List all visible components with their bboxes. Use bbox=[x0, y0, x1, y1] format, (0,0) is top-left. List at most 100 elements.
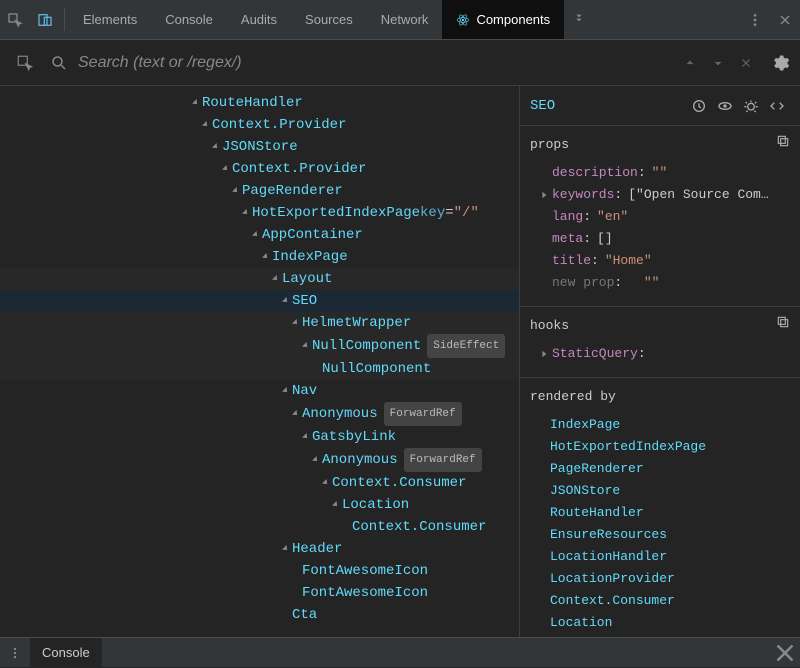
prop-value[interactable]: "en" bbox=[597, 206, 628, 228]
tree-row[interactable]: RouteHandler bbox=[0, 92, 519, 114]
inspect-scroll[interactable]: props description:""keywords:["Open Sour… bbox=[520, 126, 800, 637]
prop-value[interactable]: "" bbox=[644, 272, 660, 294]
rendered-by-item[interactable]: Context.Consumer bbox=[550, 590, 790, 612]
kebab-menu-icon[interactable] bbox=[740, 0, 770, 40]
caret-icon[interactable] bbox=[310, 456, 322, 464]
caret-icon[interactable] bbox=[270, 275, 282, 283]
caret-icon[interactable] bbox=[280, 297, 292, 305]
tab-components[interactable]: Components bbox=[442, 0, 564, 39]
prop-row[interactable]: description:"" bbox=[530, 162, 790, 184]
inspect-element-icon[interactable] bbox=[0, 0, 30, 40]
prop-row[interactable]: new prop: "" bbox=[530, 272, 790, 294]
tree-row[interactable]: PageRenderer bbox=[0, 180, 519, 202]
prop-value[interactable]: [] bbox=[597, 228, 613, 250]
caret-icon[interactable] bbox=[300, 342, 312, 350]
component-name: Anonymous bbox=[302, 403, 378, 425]
tree-row[interactable]: FontAwesomeIcon bbox=[0, 582, 519, 604]
close-devtools-icon[interactable] bbox=[770, 0, 800, 40]
caret-icon[interactable] bbox=[300, 433, 312, 441]
search-close-icon[interactable] bbox=[732, 56, 760, 70]
prop-row[interactable]: keywords:["Open Source Com… bbox=[530, 184, 790, 206]
tab-sources[interactable]: Sources bbox=[291, 0, 367, 39]
debug-icon[interactable] bbox=[738, 98, 764, 114]
tree-row[interactable]: JSONStore bbox=[0, 136, 519, 158]
tree-row[interactable]: Context.Provider bbox=[0, 158, 519, 180]
tree-row[interactable]: IndexPage bbox=[0, 246, 519, 268]
caret-icon[interactable] bbox=[250, 231, 262, 239]
prop-row[interactable]: lang:"en" bbox=[530, 206, 790, 228]
tree-row[interactable]: NullComponentSideEffect bbox=[0, 334, 519, 358]
prop-value[interactable]: ["Open Source Com… bbox=[628, 184, 768, 206]
caret-icon[interactable] bbox=[200, 121, 212, 129]
drawer-tab-console[interactable]: Console bbox=[30, 638, 102, 667]
tab-console[interactable]: Console bbox=[151, 0, 227, 39]
caret-icon[interactable] bbox=[280, 387, 292, 395]
caret-icon[interactable] bbox=[540, 191, 552, 199]
rendered-by-item[interactable]: RouteHandler bbox=[550, 502, 790, 524]
copy-hooks-icon[interactable] bbox=[776, 315, 790, 337]
inspect-dom-icon[interactable] bbox=[712, 98, 738, 114]
rendered-by-item[interactable]: JSONStore bbox=[550, 480, 790, 502]
search-next-icon[interactable] bbox=[704, 56, 732, 70]
tree-row[interactable]: HelmetWrapper bbox=[0, 312, 519, 334]
tree-row[interactable]: GatsbyLink bbox=[0, 426, 519, 448]
more-tabs-icon[interactable] bbox=[564, 0, 594, 40]
tree-row[interactable]: Context.Provider bbox=[0, 114, 519, 136]
caret-icon[interactable] bbox=[290, 319, 302, 327]
tree-row[interactable]: SEO bbox=[0, 290, 519, 312]
drawer-menu-icon[interactable] bbox=[0, 646, 30, 660]
view-source-icon[interactable] bbox=[764, 98, 790, 114]
caret-icon[interactable] bbox=[190, 99, 202, 107]
rendered-by-item[interactable]: Location bbox=[550, 612, 790, 634]
rendered-by-item[interactable]: PageRenderer bbox=[550, 458, 790, 480]
component-name: HotExportedIndexPage bbox=[252, 202, 420, 224]
search-icon[interactable] bbox=[50, 54, 68, 72]
tree-row[interactable]: Cta bbox=[0, 604, 519, 626]
tab-elements[interactable]: Elements bbox=[69, 0, 151, 39]
caret-icon[interactable] bbox=[540, 350, 552, 358]
suspend-icon[interactable] bbox=[686, 98, 712, 114]
tree-row[interactable]: Context.Consumer bbox=[0, 472, 519, 494]
rendered-by-item[interactable]: IndexPage bbox=[550, 414, 790, 436]
caret-icon[interactable] bbox=[320, 479, 332, 487]
caret-icon[interactable] bbox=[280, 545, 292, 553]
rendered-by-item[interactable]: LocationHandler bbox=[550, 546, 790, 568]
tree-row[interactable]: AnonymousForwardRef bbox=[0, 402, 519, 426]
caret-icon[interactable] bbox=[240, 209, 252, 217]
prop-key: title bbox=[552, 250, 591, 272]
device-toolbar-icon[interactable] bbox=[30, 0, 60, 40]
prop-value[interactable]: "" bbox=[652, 162, 668, 184]
rendered-by-item[interactable]: EnsureResources bbox=[550, 524, 790, 546]
tab-audits[interactable]: Audits bbox=[227, 0, 291, 39]
caret-icon[interactable] bbox=[230, 187, 242, 195]
copy-props-icon[interactable] bbox=[776, 134, 790, 156]
rendered-by-item[interactable]: LocationProvider bbox=[550, 568, 790, 590]
prop-row[interactable]: meta:[] bbox=[530, 228, 790, 250]
caret-icon[interactable] bbox=[260, 253, 272, 261]
search-input[interactable] bbox=[78, 54, 676, 72]
prop-value[interactable]: "Home" bbox=[605, 250, 652, 272]
rendered-by-item[interactable]: HotExportedIndexPage bbox=[550, 436, 790, 458]
select-element-icon[interactable] bbox=[16, 54, 34, 72]
drawer-close-icon[interactable] bbox=[770, 638, 800, 668]
caret-icon[interactable] bbox=[290, 410, 302, 418]
caret-icon[interactable] bbox=[330, 501, 342, 509]
tree-row[interactable]: HotExportedIndexPage key="/" bbox=[0, 202, 519, 224]
tree-row[interactable]: Layout bbox=[0, 268, 519, 290]
tree-row[interactable]: AnonymousForwardRef bbox=[0, 448, 519, 472]
tree-row[interactable]: AppContainer bbox=[0, 224, 519, 246]
tree-row[interactable]: FontAwesomeIcon bbox=[0, 560, 519, 582]
tree-row[interactable]: Context.Consumer bbox=[0, 516, 519, 538]
tree-row[interactable]: Header bbox=[0, 538, 519, 560]
hook-row[interactable]: StaticQuery: bbox=[530, 343, 790, 365]
search-prev-icon[interactable] bbox=[676, 56, 704, 70]
tree-row[interactable]: NullComponent bbox=[0, 358, 519, 380]
settings-icon[interactable] bbox=[760, 53, 800, 73]
tab-network[interactable]: Network bbox=[367, 0, 443, 39]
caret-icon[interactable] bbox=[220, 165, 232, 173]
component-tree[interactable]: RouteHandlerContext.ProviderJSONStoreCon… bbox=[0, 86, 520, 637]
caret-icon[interactable] bbox=[210, 143, 222, 151]
tree-row[interactable]: Location bbox=[0, 494, 519, 516]
tree-row[interactable]: Nav bbox=[0, 380, 519, 402]
prop-row[interactable]: title:"Home" bbox=[530, 250, 790, 272]
